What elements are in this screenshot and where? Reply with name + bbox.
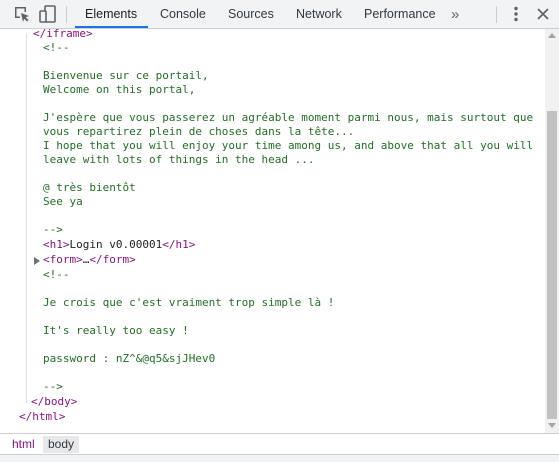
devtools-toolbar: Elements Console Sources Network Perform… <box>0 0 559 29</box>
comment-line[interactable]: --> <box>43 380 63 394</box>
password-comment-line[interactable]: password : nZ^&@q5&sjJHev0 <box>43 352 215 366</box>
h1-close-tag: </h1> <box>162 238 196 251</box>
form-element[interactable]: <form>…</form> <box>43 253 136 267</box>
tab-network[interactable]: Network <box>296 0 342 28</box>
comment-line[interactable]: <!-- <box>43 268 70 282</box>
more-tabs-icon[interactable]: » <box>451 0 459 28</box>
comment-line[interactable]: I hope that you will enjoy your time amo… <box>43 139 533 153</box>
toolbar-separator <box>496 6 497 23</box>
html-close-tag[interactable]: </html> <box>19 410 65 424</box>
h1-element[interactable]: <h1>Login v0.00001</h1> <box>43 238 195 252</box>
drawer-edge <box>0 454 559 462</box>
comment-line[interactable]: vous repartirez plein de choses dans la … <box>43 125 354 139</box>
form-close-tag: </form> <box>89 253 136 266</box>
dom-tree-panel: </iframe> <!-- Bienvenue sur ce portail,… <box>0 29 545 433</box>
body-close-tag[interactable]: </body> <box>31 395 77 409</box>
comment-line[interactable]: leave with lots of things in the head ..… <box>43 153 315 167</box>
iframe-close-tag[interactable]: </iframe> <box>33 29 93 41</box>
expand-triangle-icon[interactable] <box>34 257 40 265</box>
breadcrumb-html[interactable]: html <box>7 436 40 453</box>
device-toolbar-icon[interactable] <box>38 4 58 24</box>
kebab-menu-icon[interactable] <box>506 4 526 24</box>
comment-line[interactable]: Je crois que c'est vraiment trop simple … <box>43 296 334 310</box>
scroll-up-arrow-icon[interactable] <box>548 33 556 38</box>
h1-open-tag: <h1> <box>43 238 70 251</box>
scrollbar-thumb[interactable] <box>547 111 557 419</box>
close-icon[interactable] <box>533 4 553 24</box>
tab-performance[interactable]: Performance <box>364 0 436 28</box>
toolbar-separator <box>66 6 67 23</box>
comment-line[interactable]: Bienvenue sur ce portail, <box>43 69 209 83</box>
comment-line[interactable]: <!-- <box>43 41 70 55</box>
scroll-down-arrow-icon[interactable] <box>548 423 556 428</box>
h1-text: Login v0.00001 <box>69 238 163 251</box>
inspect-element-icon[interactable] <box>12 4 32 24</box>
tab-elements[interactable]: Elements <box>85 0 137 28</box>
comment-line[interactable]: Welcome on this portal, <box>43 83 195 97</box>
active-tab-indicator <box>75 26 148 28</box>
breadcrumb-body[interactable]: body <box>43 436 80 453</box>
comment-line[interactable]: J'espère que vous passerez un agréable m… <box>43 111 533 125</box>
tab-sources[interactable]: Sources <box>228 0 274 28</box>
indent-guide <box>26 33 27 403</box>
comment-line[interactable]: @ très bientôt <box>43 181 136 195</box>
comment-line[interactable]: See ya <box>43 195 83 209</box>
comment-line[interactable]: --> <box>43 223 63 237</box>
tab-console[interactable]: Console <box>160 0 206 28</box>
form-open-tag: <form> <box>43 253 83 266</box>
comment-line[interactable]: It's really too easy ! <box>43 324 189 338</box>
breadcrumb: html body <box>0 433 559 454</box>
